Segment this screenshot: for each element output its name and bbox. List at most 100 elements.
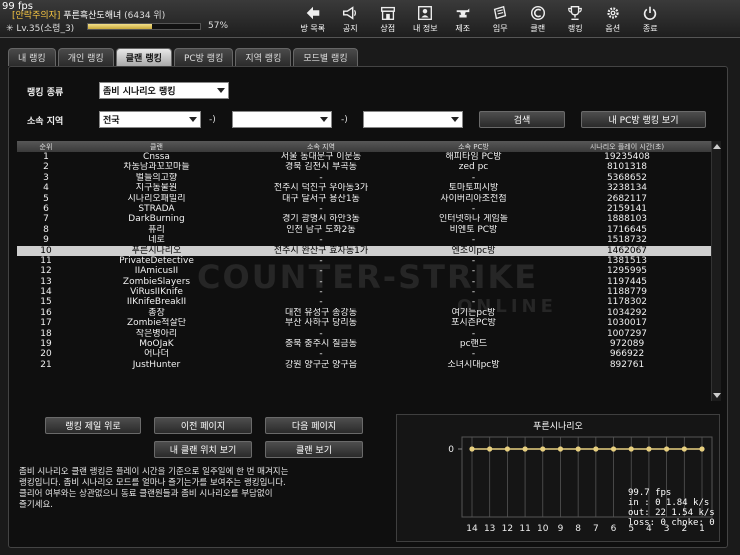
table-row[interactable]: 15 IIKnifeBreakII - - 1178302 bbox=[17, 297, 721, 307]
data-point bbox=[487, 446, 493, 452]
table-row[interactable]: 13 ZombieSlayers - - 1197445 bbox=[17, 277, 721, 287]
cell-play-time: 5368652 bbox=[606, 172, 648, 183]
table-row[interactable]: 7 DarkBurning 경기 광명시 하안3동 인터넷하나 게임돌 1888103 bbox=[17, 214, 721, 224]
cell-pc: - bbox=[471, 328, 476, 339]
table-row[interactable]: 12 IIAmicusII - - 1295995 bbox=[17, 266, 721, 276]
ranking-description: 좀비 시나리오 클랜 랭킹은 플레이 시간을 기준으로 일주일에 한 번 매겨지… bbox=[19, 467, 399, 511]
tab-region-ranking[interactable]: 지역 랭킹 bbox=[235, 48, 292, 66]
cell-play-time: 892761 bbox=[609, 359, 645, 370]
data-point bbox=[575, 446, 581, 452]
top-bar: 99 fps [안락주의자] 푸른흑산도해녀 (6434 위) ✳ Lv.35(… bbox=[0, 0, 740, 38]
ranking-type-dropdown[interactable]: 좀비 시나리오 랭킹 bbox=[99, 82, 229, 99]
cell-rank: 6 bbox=[43, 203, 49, 214]
cell-region: 부산 사하구 당리동 bbox=[285, 318, 357, 329]
cell-clan: 네로 bbox=[148, 235, 165, 246]
scroll-track[interactable] bbox=[712, 151, 721, 391]
table-row[interactable]: 14 ViRusIIKnife - - 1188779 bbox=[17, 287, 721, 297]
cell-pc: - bbox=[471, 266, 476, 277]
tab-personal-ranking[interactable]: 개인 랭킹 bbox=[57, 48, 114, 66]
cell-play-time: 2682117 bbox=[606, 193, 648, 204]
clan-info-button[interactable]: 클랜 보기 bbox=[265, 441, 363, 458]
tab-mode-ranking[interactable]: 모드별 랭킹 bbox=[293, 48, 358, 66]
top-of-ranking-button[interactable]: 랭킹 제일 위로 bbox=[45, 417, 141, 434]
description-line: 즐기세요. bbox=[19, 500, 53, 510]
tab-pc-ranking[interactable]: PC방 랭킹 bbox=[173, 48, 234, 66]
nav-options[interactable]: 옵션 bbox=[594, 2, 632, 36]
nav-room-list[interactable]: 방 목록 bbox=[294, 2, 332, 36]
cell-clan: DarkBurning bbox=[128, 214, 185, 225]
table-row[interactable]: 18 작은병아리 - - 1007297 bbox=[17, 329, 721, 339]
my-pc-ranking-button[interactable]: 내 PC방 랭킹 보기 bbox=[581, 111, 706, 128]
data-point bbox=[628, 446, 634, 452]
region-dropdown-1[interactable]: 전국 bbox=[99, 111, 201, 128]
data-point bbox=[469, 446, 475, 452]
cell-pc: 포시즌PC방 bbox=[451, 318, 496, 329]
nav-craft[interactable]: 제조 bbox=[444, 2, 482, 36]
cell-play-time: 1007297 bbox=[606, 328, 648, 339]
search-button[interactable]: 검색 bbox=[479, 111, 565, 128]
table-row[interactable]: 2 차농남과꼬꼬마들 경북 김천시 부곡동 zed pc 8101318 bbox=[17, 162, 721, 172]
prev-page-button[interactable]: 이전 페이지 bbox=[154, 417, 252, 434]
table-row[interactable]: 16 총장 대전 유성구 송강동 여기는pc방 1034292 bbox=[17, 308, 721, 318]
cell-region: 충북 충주시 칠금동 bbox=[285, 339, 357, 350]
table-row[interactable]: 11 PrivateDetective - - 1381513 bbox=[17, 256, 721, 266]
table-row[interactable]: 17 Zombie척살단 부산 사하구 당리동 포시즌PC방 1030017 bbox=[17, 318, 721, 328]
nav-notice[interactable]: 공지 bbox=[332, 2, 370, 36]
cell-rank: 12 bbox=[40, 266, 52, 277]
user-info: [안락주의자] 푸른흑산도해녀 (6434 위) bbox=[12, 8, 165, 21]
nav-exit[interactable]: 종료 bbox=[632, 2, 670, 36]
nav-clan[interactable]: 클랜 bbox=[519, 2, 557, 36]
back-arrow-icon bbox=[306, 6, 320, 20]
header-rank[interactable]: 순위 bbox=[17, 141, 75, 152]
table-row[interactable]: 4 지구동물원 전주시 덕진구 우아동3가 토마토피시방 3238134 bbox=[17, 183, 721, 193]
nav-label: 랭킹 bbox=[567, 24, 583, 33]
data-point bbox=[664, 446, 670, 452]
cell-pc: - bbox=[471, 297, 476, 308]
shop-icon bbox=[380, 6, 395, 20]
table-row[interactable]: 5 시나리오패밀리 대구 달서구 용산1동 사이버리아조전점 2682117 bbox=[17, 194, 721, 204]
guild-tag: [안락주의자] bbox=[12, 11, 61, 21]
next-page-button[interactable]: 다음 페이지 bbox=[265, 417, 363, 434]
nav-label: 옵션 bbox=[605, 24, 621, 33]
nav-label: 공지 bbox=[342, 24, 358, 33]
header-region[interactable]: 소속 지역 bbox=[238, 141, 404, 152]
tab-clan-ranking[interactable]: 클랜 랭킹 bbox=[115, 48, 172, 66]
cell-clan: ViRusIIKnife bbox=[130, 287, 183, 298]
cell-rank: 17 bbox=[40, 318, 52, 329]
scroll-up-icon[interactable] bbox=[712, 141, 722, 151]
mission-icon bbox=[494, 5, 507, 20]
table-row[interactable]: 19 MoOJaK 충북 충주시 칠금동 pc랜드 972089 bbox=[17, 339, 721, 349]
nav-ranking[interactable]: 랭킹 bbox=[557, 2, 595, 36]
nav-mission[interactable]: 임무 bbox=[482, 2, 520, 36]
table-rows: 1 Cnssa 서울 동대문구 이문동 해피타임 PC방 19235408 2 차농남과꼬꼬… bbox=[17, 152, 721, 370]
table-row[interactable]: 10 푸른시나리오 전주시 완산구 효자동1가 엔조이pc방 1462067 bbox=[17, 245, 721, 256]
tab-my-ranking[interactable]: 내 랭킹 bbox=[8, 48, 56, 66]
region-dropdown-3[interactable] bbox=[363, 111, 463, 128]
scroll-down-icon[interactable] bbox=[712, 391, 722, 401]
ranking-table: 순위 클랜 소속 지역 소속 PC방 시나리오 플레이 시간(초) COUNTE… bbox=[17, 141, 721, 401]
nav-my-info[interactable]: 내 정보 bbox=[407, 2, 445, 36]
nav-shop[interactable]: 상점 bbox=[369, 2, 407, 36]
table-row[interactable]: 3 벌들의고향 - - 5368652 bbox=[17, 173, 721, 183]
cell-rank: 21 bbox=[40, 359, 52, 370]
table-row[interactable]: 20 어나더 - - 966922 bbox=[17, 349, 721, 359]
table-row[interactable]: 1 Cnssa 서울 동대문구 이문동 해피타임 PC방 19235408 bbox=[17, 152, 721, 162]
region-separator: -) bbox=[341, 115, 348, 125]
level-info: ✳ Lv.35(소령_3) bbox=[6, 21, 74, 34]
table-row[interactable]: 9 네로 - - 1518732 bbox=[17, 235, 721, 245]
header-play-time[interactable]: 시나리오 플레이 시간(초) bbox=[543, 141, 711, 152]
table-scrollbar[interactable] bbox=[711, 141, 721, 401]
user-nickname: 푸른흑산도해녀 bbox=[63, 11, 122, 21]
cell-rank: 5 bbox=[43, 193, 49, 204]
my-clan-position-button[interactable]: 내 클랜 위치 보기 bbox=[154, 441, 252, 458]
cell-clan: PrivateDetective bbox=[119, 255, 194, 266]
level-text: Lv.35(소령_3) bbox=[16, 24, 75, 34]
header-clan[interactable]: 클랜 bbox=[75, 141, 238, 152]
x-tick-label: 12 bbox=[502, 524, 513, 534]
table-row[interactable]: 6 STRADA - - 2159141 bbox=[17, 204, 721, 214]
region-dropdown-2[interactable] bbox=[232, 111, 332, 128]
table-row[interactable]: 21 JustHunter 강원 양구군 양구읍 소녀시대pc방 892761 bbox=[17, 360, 721, 370]
cell-region: - bbox=[319, 266, 323, 277]
table-row[interactable]: 8 퓨리 인천 남구 도화2동 비엔토 PC방 1716645 bbox=[17, 225, 721, 235]
header-pc[interactable]: 소속 PC방 bbox=[404, 141, 543, 152]
